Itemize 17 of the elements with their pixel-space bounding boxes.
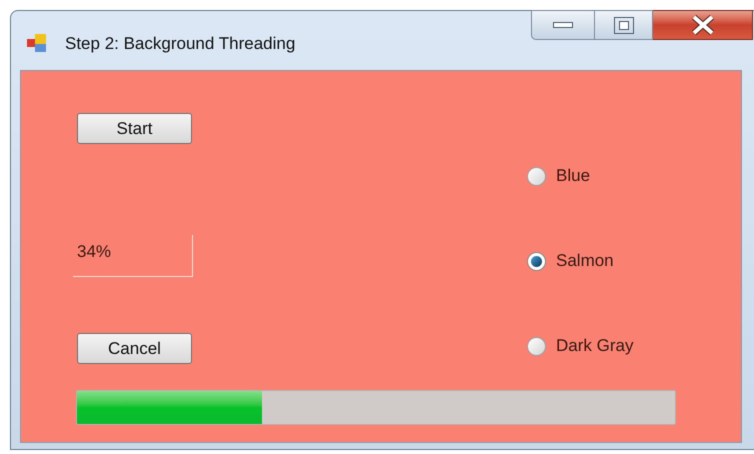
app-icon: [27, 33, 49, 53]
close-button[interactable]: [653, 10, 753, 40]
maximize-button[interactable]: [595, 10, 653, 40]
window-title: Step 2: Background Threading: [65, 33, 296, 55]
radio-label: Blue: [556, 165, 590, 188]
radio-label: Salmon: [556, 250, 614, 272]
maximize-icon: [614, 16, 634, 34]
radio-button[interactable]: [527, 336, 546, 356]
radio-button[interactable]: [527, 252, 546, 270]
radio-label: Dark Gray: [556, 335, 634, 358]
minimize-button[interactable]: [531, 10, 595, 40]
start-button[interactable]: Start: [77, 113, 192, 144]
progress-label: 34%: [73, 235, 193, 277]
close-icon: [691, 15, 715, 35]
cancel-button[interactable]: Cancel: [77, 333, 192, 364]
radio-button[interactable]: [527, 166, 546, 186]
minimize-icon: [553, 22, 573, 28]
